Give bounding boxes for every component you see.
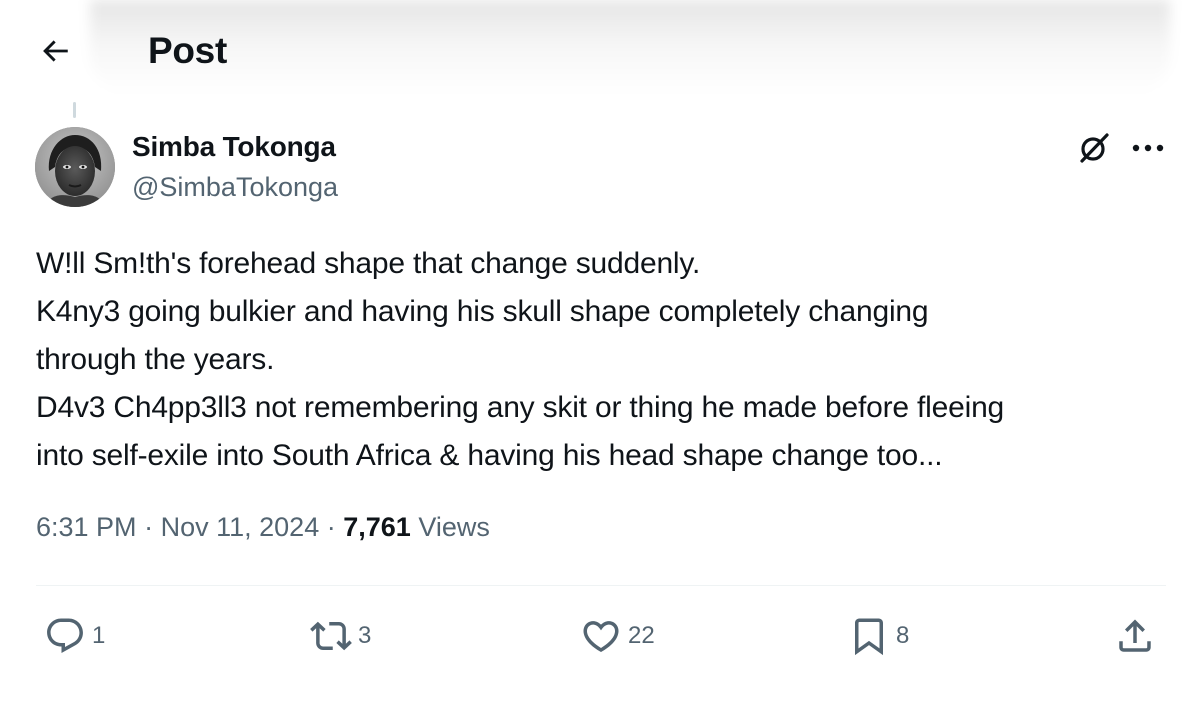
repost-button[interactable]: 3 xyxy=(310,612,371,660)
views-count: 7,761 xyxy=(343,512,411,542)
post-text-line: K4ny3 going bulkier and having his skull… xyxy=(36,295,929,328)
thread-connector-line xyxy=(73,102,76,118)
bookmark-icon xyxy=(848,615,890,657)
repost-count: 3 xyxy=(358,622,372,649)
share-icon xyxy=(1114,615,1156,657)
heart-icon xyxy=(580,615,622,657)
reply-button[interactable]: 1 xyxy=(44,612,105,660)
top-bar: Post xyxy=(0,0,1198,100)
post-metadata: 6:31 PM · Nov 11, 2024 · 7,761 Views xyxy=(36,512,490,543)
back-button[interactable] xyxy=(30,26,80,76)
like-button[interactable]: 22 xyxy=(580,612,655,660)
reply-count: 1 xyxy=(92,622,106,649)
meta-separator: · xyxy=(326,512,336,542)
repost-icon xyxy=(310,615,352,657)
views-label: Views xyxy=(418,512,490,542)
post-text-line: through the years. xyxy=(36,343,275,376)
post-text-line: D4v3 Ch4pp3ll3 not remembering any skit … xyxy=(36,391,1005,424)
like-count: 22 xyxy=(628,622,655,649)
post-text: W!ll Sm!th's forehead shape that change … xyxy=(36,240,1176,480)
meta-separator: · xyxy=(144,512,154,542)
arrow-left-icon xyxy=(38,34,72,68)
bookmark-button[interactable]: 8 xyxy=(848,612,909,660)
bookmark-count: 8 xyxy=(896,622,910,649)
grok-icon xyxy=(1076,130,1112,166)
more-options-button[interactable] xyxy=(1128,130,1168,166)
avatar[interactable] xyxy=(35,127,115,207)
divider xyxy=(36,585,1166,586)
grok-button[interactable] xyxy=(1074,128,1114,168)
avatar-photo xyxy=(35,127,115,207)
post-text-line: W!ll Sm!th's forehead shape that change … xyxy=(36,247,701,280)
post-text-line: into self-exile into South Africa & havi… xyxy=(36,439,943,472)
post-time[interactable]: 6:31 PM xyxy=(36,512,137,542)
author-handle[interactable]: @SimbaTokonga xyxy=(132,172,338,203)
reply-icon xyxy=(44,615,86,657)
post-date[interactable]: Nov 11, 2024 xyxy=(161,512,320,542)
page-title: Post xyxy=(148,30,227,71)
author-display-name[interactable]: Simba Tokonga xyxy=(132,131,336,163)
more-horizontal-icon xyxy=(1131,143,1165,153)
share-button[interactable] xyxy=(1114,612,1156,660)
